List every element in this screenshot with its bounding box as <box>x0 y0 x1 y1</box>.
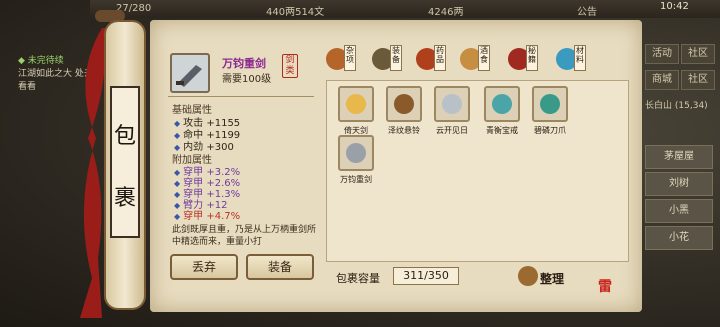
panel-title-char: 裹 <box>113 186 136 211</box>
slot-label: 云开见日 <box>436 126 468 135</box>
clock: 10:42 <box>660 1 689 12</box>
bag-icon[interactable] <box>518 266 538 286</box>
bell-icon <box>394 94 414 114</box>
community-button[interactable]: 社区 <box>681 44 715 64</box>
location-coords: (15,34) <box>674 101 708 111</box>
inventory-slot[interactable] <box>484 86 520 122</box>
notice-button[interactable]: 公告 <box>577 3 597 18</box>
extra-attr: ◆ 穿甲 +4.7% <box>174 211 241 222</box>
tab-1[interactable]: 装备 <box>372 45 404 71</box>
shop-button[interactable]: 商城 <box>645 70 679 90</box>
slot-label: 青衡宝戒 <box>486 126 518 135</box>
selected-item-requirement: 需要100级 <box>222 74 272 85</box>
tab-label: 秘籍 <box>526 45 538 71</box>
item-type-seal: 剑类 <box>282 54 298 78</box>
location-label: 长白山 (15,34) <box>645 98 708 111</box>
claw-icon <box>540 94 560 114</box>
panel-title: 包 裹 <box>110 86 140 238</box>
top-status-bar: 27/280 440两514文 4246两 公告 <box>90 0 720 18</box>
tassel-decoration <box>80 28 107 318</box>
tab-label: 酒食 <box>478 45 490 71</box>
tab-label: 材料 <box>574 45 586 71</box>
money-counter: 440两514文 <box>266 7 325 18</box>
bracelet-icon <box>442 94 462 114</box>
selected-item-icon <box>170 53 210 93</box>
gold-counter: 4246两 <box>428 7 464 18</box>
inventory-slot[interactable] <box>338 86 374 122</box>
panel-title-char: 包 <box>113 124 136 149</box>
heavy-sword-icon <box>176 65 202 87</box>
inventory-slot[interactable] <box>338 135 374 171</box>
activity-button[interactable]: 活动 <box>645 44 679 64</box>
capacity-value: 311/350 <box>393 267 459 285</box>
tab-label: 装备 <box>390 45 402 71</box>
tab-0[interactable]: 杂项 <box>326 45 358 71</box>
discard-button[interactable]: 丢弃 <box>170 254 238 280</box>
sword-icon <box>346 94 366 114</box>
ring-icon <box>492 94 512 114</box>
divider <box>168 96 314 97</box>
npc-list-item[interactable]: 刘树 <box>645 172 713 196</box>
heavy-sword-icon <box>346 143 366 163</box>
slot-label: 泽纹悬铃 <box>388 126 420 135</box>
selected-item-name: 万钧重剑 <box>222 57 266 70</box>
tab-label: 杂项 <box>344 45 356 71</box>
item-description: 此剑既厚且重，乃是从上万柄重剑所中精选而来，重量小打 <box>172 225 317 247</box>
equip-button[interactable]: 装备 <box>246 254 314 280</box>
inventory-slot[interactable] <box>434 86 470 122</box>
location-name: 长白山 <box>645 101 673 111</box>
npc-list-item[interactable]: 小黑 <box>645 199 713 223</box>
sort-button[interactable]: 整理 <box>540 270 564 287</box>
tab-label: 药品 <box>434 45 446 71</box>
stamp-logo: 雷 <box>598 279 612 295</box>
tab-4[interactable]: 秘籍 <box>508 45 540 71</box>
tab-2[interactable]: 药品 <box>416 45 448 71</box>
slot-label: 碧磷刀爪 <box>534 126 566 135</box>
npc-list-item[interactable]: 茅屋屋 <box>645 145 713 169</box>
tab-3[interactable]: 酒食 <box>460 45 492 71</box>
inventory-slot[interactable] <box>532 86 568 122</box>
capacity-label: 包裹容量 <box>336 272 380 285</box>
social-button[interactable]: 社区 <box>681 70 715 90</box>
slot-label: 万钧重剑 <box>340 175 372 184</box>
tab-5[interactable]: 材料 <box>556 45 588 71</box>
npc-list-item[interactable]: 小花 <box>645 226 713 250</box>
inventory-slot[interactable] <box>386 86 422 122</box>
